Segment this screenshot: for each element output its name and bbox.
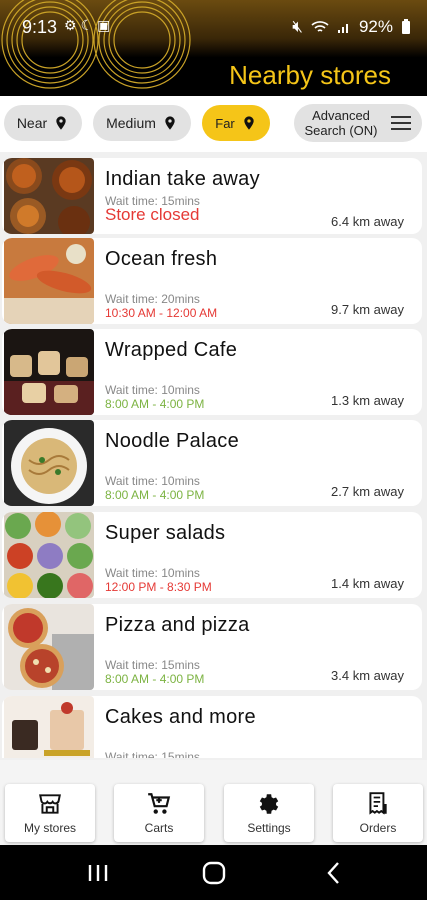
status-right: 🔇︎ 92% bbox=[292, 17, 411, 37]
carts-label: Carts bbox=[144, 821, 174, 835]
store-card[interactable]: Super salads Wait time: 10mins 12:00 PM … bbox=[2, 512, 422, 598]
filter-medium-button[interactable]: Medium bbox=[93, 105, 191, 141]
recent-apps-icon[interactable] bbox=[84, 859, 112, 887]
page-title: Nearby stores bbox=[229, 60, 391, 90]
store-name: Pizza and pizza bbox=[105, 614, 250, 636]
store-image-indian bbox=[4, 158, 94, 234]
store-hours: Store closed bbox=[105, 205, 200, 224]
filter-near-label: Near bbox=[16, 115, 48, 131]
store-image-wraps bbox=[4, 329, 94, 415]
gear-icon: ⚙ bbox=[64, 17, 81, 33]
advanced-search-line1: Advanced bbox=[312, 108, 370, 123]
status-bar: 9:13 ⚙☾▣ 🔇︎ 92% bbox=[0, 0, 427, 48]
signal-icon bbox=[337, 24, 348, 33]
store-card[interactable]: Wrapped Cafe Wait time: 10mins 8:00 AM -… bbox=[2, 329, 422, 415]
store-card[interactable]: Indian take away Wait time: 15mins Store… bbox=[2, 158, 422, 234]
store-wait-time: Wait time: 10mins bbox=[105, 566, 200, 580]
store-card[interactable]: Ocean fresh Wait time: 20mins 10:30 AM -… bbox=[2, 238, 422, 324]
my-stores-button[interactable]: My stores bbox=[5, 784, 95, 842]
mute-icon: 🔇︎ bbox=[292, 17, 303, 36]
battery-text: 92% bbox=[358, 17, 393, 36]
store-wait-time: Wait time: 15mins bbox=[105, 750, 200, 758]
store-name: Cakes and more bbox=[105, 706, 256, 728]
store-wait-time: Wait time: 15mins bbox=[105, 658, 200, 672]
store-wait-time: Wait time: 20mins bbox=[105, 292, 200, 306]
store-name: Noodle Palace bbox=[105, 430, 239, 452]
back-icon[interactable] bbox=[320, 859, 348, 887]
store-image-salads bbox=[4, 512, 94, 598]
store-distance: 3.4 km away bbox=[331, 668, 404, 683]
status-left-icons: ⚙☾▣ bbox=[64, 17, 114, 34]
store-card[interactable]: Pizza and pizza Wait time: 15mins 8:00 A… bbox=[2, 604, 422, 690]
store-image-cakes bbox=[4, 696, 94, 758]
store-wait-time: Wait time: 10mins bbox=[105, 474, 200, 488]
store-wait-time: Wait time: 10mins bbox=[105, 383, 200, 397]
store-hours: 12:00 PM - 8:30 PM bbox=[105, 580, 212, 594]
home-icon[interactable] bbox=[200, 859, 228, 887]
bottom-navigation: My stores Carts Settings Orders bbox=[0, 760, 427, 845]
status-time: 9:13 bbox=[22, 17, 58, 37]
store-distance: 1.4 km away bbox=[331, 576, 404, 591]
filter-far-label: Far bbox=[215, 115, 235, 131]
settings-button[interactable]: Settings bbox=[224, 784, 314, 842]
store-hours: 8:00 AM - 4:00 PM bbox=[105, 672, 205, 686]
store-distance: 2.7 km away bbox=[331, 484, 404, 499]
store-distance: 6.4 km away bbox=[331, 214, 404, 229]
store-name: Ocean fresh bbox=[105, 248, 218, 270]
orders-label: Orders bbox=[359, 821, 397, 835]
store-hours: 8:00 AM - 4:00 PM bbox=[105, 397, 205, 411]
settings-label: Settings bbox=[247, 821, 291, 835]
cart-icon bbox=[148, 793, 171, 814]
distance-filter-bar: Near Medium Far Advanced Search (ON) bbox=[0, 96, 427, 152]
moon-icon: ☾ bbox=[80, 17, 98, 33]
store-image-noodles bbox=[4, 420, 94, 506]
location-pin-icon bbox=[244, 116, 254, 130]
store-name: Wrapped Cafe bbox=[105, 339, 238, 361]
store-name: Super salads bbox=[105, 522, 226, 544]
gear-icon bbox=[259, 794, 279, 814]
menu-icon bbox=[391, 116, 412, 130]
location-pin-icon bbox=[56, 116, 66, 130]
battery-icon bbox=[402, 19, 410, 34]
store-distance: 9.7 km away bbox=[331, 302, 404, 317]
advanced-search-label: Advanced Search (ON) bbox=[305, 108, 378, 138]
store-distance: 1.3 km away bbox=[331, 393, 404, 408]
store-card[interactable]: Cakes and more Wait time: 15mins bbox=[2, 696, 422, 758]
carts-button[interactable]: Carts bbox=[114, 784, 204, 842]
store-name: Indian take away bbox=[105, 168, 260, 190]
orders-button[interactable]: Orders bbox=[333, 784, 423, 842]
receipt-icon bbox=[369, 792, 387, 815]
filter-near-button[interactable]: Near bbox=[4, 105, 82, 141]
advanced-search-button[interactable]: Advanced Search (ON) bbox=[294, 104, 422, 142]
store-image-pizza bbox=[4, 604, 94, 690]
filter-far-button[interactable]: Far bbox=[202, 105, 270, 141]
store-image-seafood bbox=[4, 238, 94, 324]
store-hours: 10:30 AM - 12:00 AM bbox=[105, 306, 218, 320]
system-navigation-bar bbox=[0, 845, 427, 900]
sim-icon: ▣ bbox=[97, 17, 115, 33]
store-card[interactable]: Noodle Palace Wait time: 10mins 8:00 AM … bbox=[2, 420, 422, 506]
store-list[interactable]: Indian take away Wait time: 15mins Store… bbox=[0, 158, 427, 758]
my-stores-label: My stores bbox=[23, 821, 76, 835]
wifi-icon bbox=[311, 21, 329, 32]
location-pin-icon bbox=[165, 116, 175, 130]
screen: 9:13 ⚙☾▣ 🔇︎ 92% Nearby stores Near Mediu… bbox=[0, 0, 427, 900]
store-hours: 8:00 AM - 4:00 PM bbox=[105, 488, 205, 502]
advanced-search-line2: Search (ON) bbox=[304, 123, 378, 138]
store-icon bbox=[39, 794, 61, 814]
app-header: 9:13 ⚙☾▣ 🔇︎ 92% Nearby stores bbox=[0, 0, 427, 96]
filter-medium-label: Medium bbox=[106, 115, 156, 131]
